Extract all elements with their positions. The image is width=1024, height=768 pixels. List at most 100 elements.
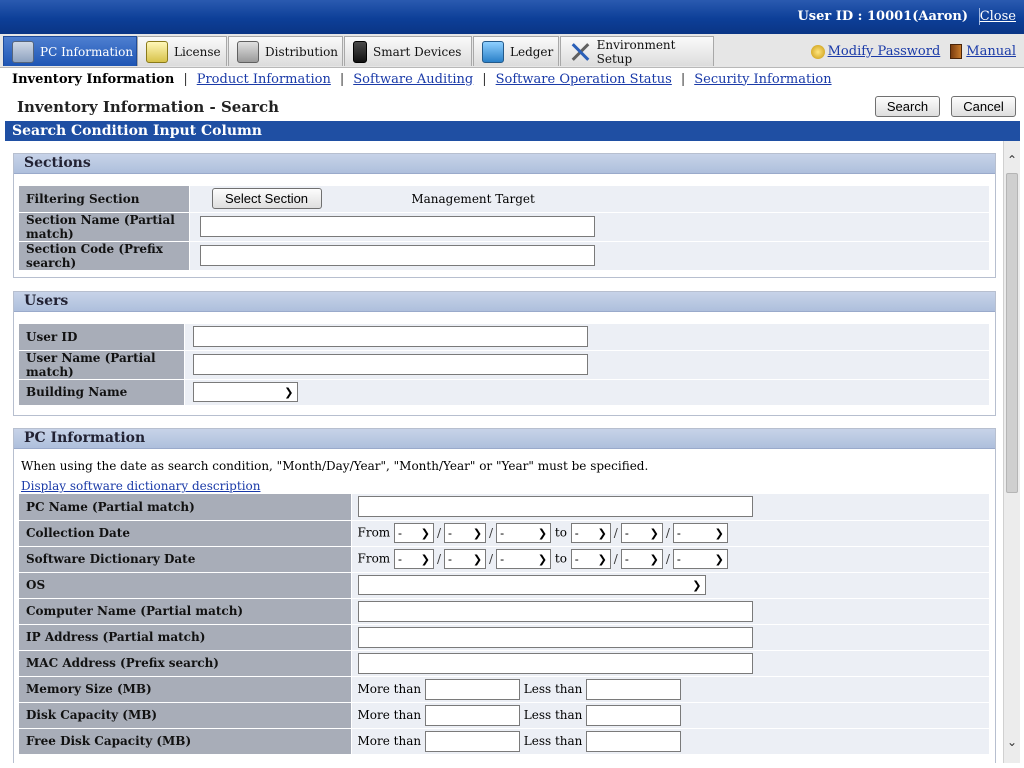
date-separator: /: [437, 525, 442, 540]
select-value: -: [448, 526, 453, 540]
page-header: Inventory Information - Search Search Ca…: [0, 94, 1024, 120]
vertical-scrollbar[interactable]: ⌃ ⌄: [1003, 141, 1020, 763]
disk-max-input[interactable]: [586, 704, 682, 726]
to-label: to: [554, 551, 567, 566]
chevron-down-icon: ❯: [649, 552, 659, 566]
form-row: OS ❯: [19, 572, 989, 599]
subnav-software-operation-status[interactable]: Software Operation Status: [496, 72, 672, 87]
cancel-button[interactable]: Cancel: [951, 96, 1016, 117]
from-label: From: [357, 551, 391, 566]
mac-address-label: MAC Address (Prefix search): [19, 650, 352, 677]
dictionary-from-year-select[interactable]: - ❯: [496, 549, 552, 569]
ip-address-input[interactable]: [357, 626, 753, 648]
section-heading: Sections: [14, 154, 995, 174]
scroll-down-icon[interactable]: ⌄: [1004, 735, 1020, 753]
dictionary-to-day-select[interactable]: - ❯: [620, 549, 663, 569]
scroll-up-icon[interactable]: ⌃: [1004, 153, 1020, 171]
scroll-thumb[interactable]: [1006, 173, 1018, 493]
chevron-down-icon: ❯: [692, 578, 702, 592]
tab-ledger[interactable]: Ledger: [473, 36, 559, 66]
subnav-software-auditing[interactable]: Software Auditing: [353, 72, 473, 87]
computer-name-input[interactable]: [357, 600, 753, 622]
tab-environment-setup[interactable]: Environment Setup: [560, 36, 714, 66]
collection-from-month-select[interactable]: - ❯: [394, 523, 434, 543]
collection-to-year-select[interactable]: - ❯: [672, 523, 728, 543]
select-section-button[interactable]: Select Section: [211, 188, 322, 210]
book-icon: [950, 44, 963, 59]
filtering-section-cell: Select Section Management Target: [189, 186, 989, 213]
chevron-down-icon: ❯: [472, 526, 483, 540]
dictionary-to-month-select[interactable]: - ❯: [570, 549, 611, 569]
date-separator: /: [489, 525, 494, 540]
form-row: PC Name (Partial match): [19, 494, 989, 521]
chevron-down-icon: ❯: [714, 526, 724, 540]
dictionary-from-month-select[interactable]: - ❯: [394, 549, 434, 569]
pc-name-input[interactable]: [357, 496, 753, 518]
free-disk-cell: More than Less than: [351, 728, 989, 755]
form-row: Section Name (Partial match): [19, 212, 989, 242]
user-id-input[interactable]: [192, 326, 588, 348]
sub-navigation: Inventory Information | Product Informat…: [0, 68, 1024, 90]
users-table: User ID User Name (Partial match) Buildi…: [19, 324, 989, 406]
free-disk-min-input[interactable]: [424, 730, 520, 752]
form-row: User ID: [19, 324, 989, 351]
pc-icon: [12, 40, 34, 63]
collection-from-year-select[interactable]: - ❯: [496, 523, 552, 543]
modify-password-label: Modify Password: [827, 44, 941, 59]
form-row: Filtering Section Select Section Managem…: [19, 186, 989, 213]
search-button[interactable]: Search: [875, 96, 940, 117]
form-row: MAC Address (Prefix search): [19, 650, 989, 677]
tab-pc-information[interactable]: PC Information: [3, 36, 137, 66]
dictionary-to-year-select[interactable]: - ❯: [672, 549, 728, 569]
tab-distribution[interactable]: Distribution: [228, 36, 343, 66]
modify-password-link[interactable]: Modify Password: [810, 44, 941, 59]
software-dictionary-link[interactable]: Display software dictionary description: [21, 479, 260, 493]
user-name-label: User Name (Partial match): [19, 350, 185, 380]
tab-label: License: [174, 44, 221, 59]
section-heading: PC Information: [14, 429, 995, 449]
memory-max-input[interactable]: [586, 678, 682, 700]
less-than-label: Less than: [523, 707, 583, 722]
top-bar: User ID : 10001(Aaron) Close: [0, 0, 1024, 34]
manual-link[interactable]: Manual: [950, 44, 1016, 59]
form-row: User Name (Partial match): [19, 350, 989, 380]
collection-date-cell: From - ❯ / - ❯ / - ❯ to - ❯ / - ❯ / - ❯: [351, 520, 989, 547]
tab-smart-devices[interactable]: Smart Devices: [344, 36, 472, 66]
section-name-input[interactable]: [199, 216, 595, 237]
user-name-input[interactable]: [192, 354, 588, 375]
memory-min-input[interactable]: [424, 678, 520, 700]
select-value: -: [676, 526, 681, 540]
select-value: -: [574, 552, 579, 566]
free-disk-max-input[interactable]: [586, 730, 682, 752]
form-row: Building Name ❯: [19, 379, 989, 406]
os-label: OS: [19, 572, 352, 599]
building-name-select[interactable]: ❯: [192, 382, 298, 402]
date-separator: /: [665, 525, 670, 540]
form-row: Free Disk Capacity (MB) More than Less t…: [19, 728, 989, 755]
collection-from-day-select[interactable]: - ❯: [444, 523, 487, 543]
section-code-input[interactable]: [199, 245, 595, 266]
users-group: Users User ID User Name (Partial match) …: [13, 291, 996, 416]
close-link[interactable]: Close: [980, 9, 1016, 24]
disk-min-input[interactable]: [424, 704, 520, 726]
tab-license[interactable]: License: [137, 36, 227, 66]
tab-label: Smart Devices: [373, 44, 462, 59]
user-id-label: User ID: [19, 324, 185, 351]
form-row: Software Dictionary Date From - ❯ / - ❯ / - ❯ t…: [19, 546, 989, 573]
chevron-down-icon: ❯: [597, 552, 607, 566]
subnav-security-information[interactable]: Security Information: [694, 72, 831, 87]
pc-name-label: PC Name (Partial match): [19, 494, 352, 521]
select-value: -: [676, 552, 681, 566]
date-separator: /: [489, 551, 494, 566]
collection-to-day-select[interactable]: - ❯: [620, 523, 663, 543]
dictionary-date-cell: From - ❯ / - ❯ / - ❯ to - ❯ / - ❯ / - ❯: [351, 546, 989, 573]
chevron-down-icon: ❯: [420, 526, 430, 540]
os-select[interactable]: ❯: [357, 575, 706, 595]
mac-address-input[interactable]: [357, 652, 753, 674]
building-name-cell: ❯: [184, 379, 989, 406]
dictionary-from-day-select[interactable]: - ❯: [444, 549, 487, 569]
section-heading: Users: [14, 292, 995, 312]
collection-to-month-select[interactable]: - ❯: [570, 523, 611, 543]
subnav-product-information[interactable]: Product Information: [197, 72, 331, 87]
divider: |: [183, 71, 188, 87]
